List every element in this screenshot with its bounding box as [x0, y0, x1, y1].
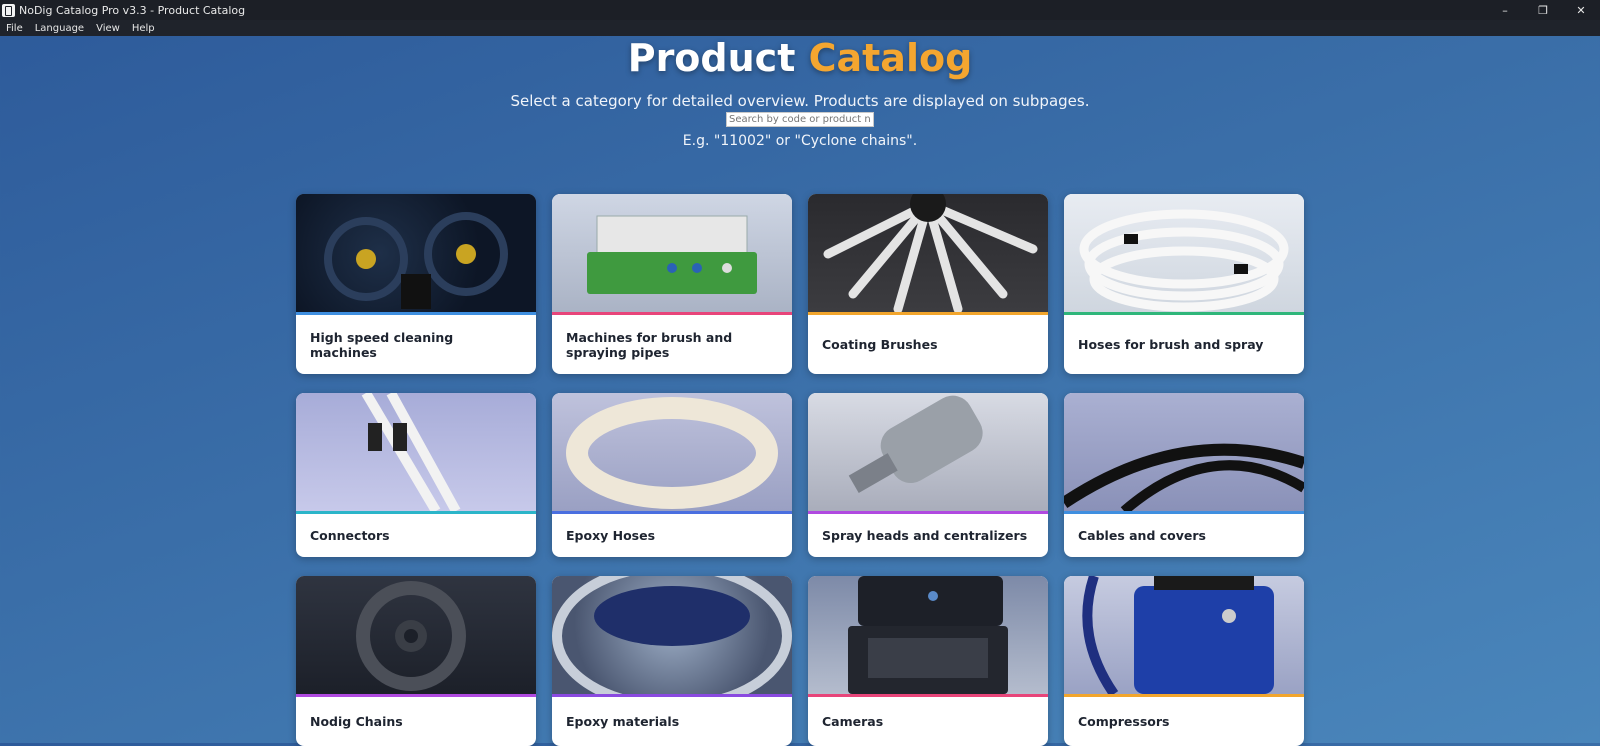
- category-card[interactable]: Cables and covers: [1064, 393, 1304, 557]
- category-card[interactable]: Epoxy materials: [552, 576, 792, 746]
- compressor-image: [1082, 576, 1274, 694]
- category-label: Machines for brush and spraying pipes: [566, 329, 733, 360]
- category-image: [1064, 194, 1304, 315]
- category-label: High speed cleaning machines: [310, 329, 454, 360]
- minimize-button[interactable]: –: [1486, 0, 1524, 20]
- category-image: [296, 576, 536, 697]
- title-bar: NoDig Catalog Pro v3.3 - Product Catalog…: [0, 0, 1600, 20]
- app-icon: [2, 3, 15, 17]
- hose-coil-image: [1079, 209, 1289, 312]
- category-label: Compressors: [1078, 714, 1170, 729]
- category-image: [296, 194, 536, 315]
- brush-spray-machine-image: [587, 215, 757, 294]
- category-image: [1064, 393, 1304, 514]
- window-controls: – ❐ ✕: [1486, 0, 1600, 20]
- category-card[interactable]: Compressors: [1064, 576, 1304, 746]
- cable-image: [1064, 443, 1304, 511]
- category-label: Coating Brushes: [822, 337, 938, 352]
- category-image: [1064, 576, 1304, 697]
- subtitle: Select a category for detailed overview.…: [510, 92, 1090, 110]
- category-card[interactable]: Hoses for brush and spray: [1064, 194, 1304, 374]
- category-card[interactable]: Spray heads and centralizers: [808, 393, 1048, 557]
- category-label: Nodig Chains: [310, 714, 403, 729]
- coating-brush-image: [823, 194, 1038, 312]
- category-label: Cables and covers: [1078, 528, 1206, 543]
- menu-file[interactable]: File: [0, 23, 29, 34]
- epoxy-hose-image: [566, 397, 778, 509]
- spray-head-image: [848, 395, 983, 493]
- category-image: [552, 576, 792, 697]
- menu-view[interactable]: View: [90, 23, 126, 34]
- category-image: [296, 393, 536, 514]
- cleaning-machine-image: [324, 212, 508, 309]
- category-card[interactable]: Connectors: [296, 393, 536, 557]
- menu-language[interactable]: Language: [29, 23, 90, 34]
- category-card[interactable]: Cameras: [808, 576, 1048, 746]
- chain-image: [356, 581, 466, 691]
- close-button[interactable]: ✕: [1562, 0, 1600, 20]
- restore-button[interactable]: ❐: [1524, 0, 1562, 20]
- connector-image: [361, 393, 461, 511]
- category-label: Spray heads and centralizers: [822, 528, 1028, 543]
- category-label: Hoses for brush and spray: [1078, 337, 1264, 352]
- category-card[interactable]: Coating Brushes: [808, 194, 1048, 374]
- title-main: Product: [627, 36, 796, 80]
- hero-section: Product Catalog Select a category for de…: [0, 36, 1600, 150]
- category-label: Connectors: [310, 528, 390, 543]
- category-card[interactable]: Machines for brush and spraying pipes: [552, 194, 792, 374]
- category-card[interactable]: Epoxy Hoses: [552, 393, 792, 557]
- category-image: [552, 393, 792, 514]
- epoxy-material-image: [552, 576, 792, 694]
- window-title: NoDig Catalog Pro v3.3 - Product Catalog: [19, 3, 246, 17]
- category-image: [552, 194, 792, 315]
- category-card[interactable]: Nodig Chains: [296, 576, 536, 746]
- search-input[interactable]: [726, 112, 874, 127]
- category-image: [808, 393, 1048, 514]
- category-label: Cameras: [822, 714, 884, 729]
- category-label: Epoxy Hoses: [566, 528, 656, 543]
- page-title: Product Catalog: [0, 36, 1600, 80]
- title-accent: Catalog: [808, 36, 973, 80]
- category-image: [808, 194, 1048, 315]
- menu-help[interactable]: Help: [126, 23, 161, 34]
- menu-bar: File Language View Help: [0, 20, 1600, 36]
- category-card[interactable]: High speed cleaning machines: [296, 194, 536, 374]
- camera-case-image: [848, 576, 1008, 694]
- category-label: Epoxy materials: [566, 714, 680, 729]
- category-image: [808, 576, 1048, 697]
- search-example: E.g. "11002" or "Cyclone chains".: [682, 133, 918, 149]
